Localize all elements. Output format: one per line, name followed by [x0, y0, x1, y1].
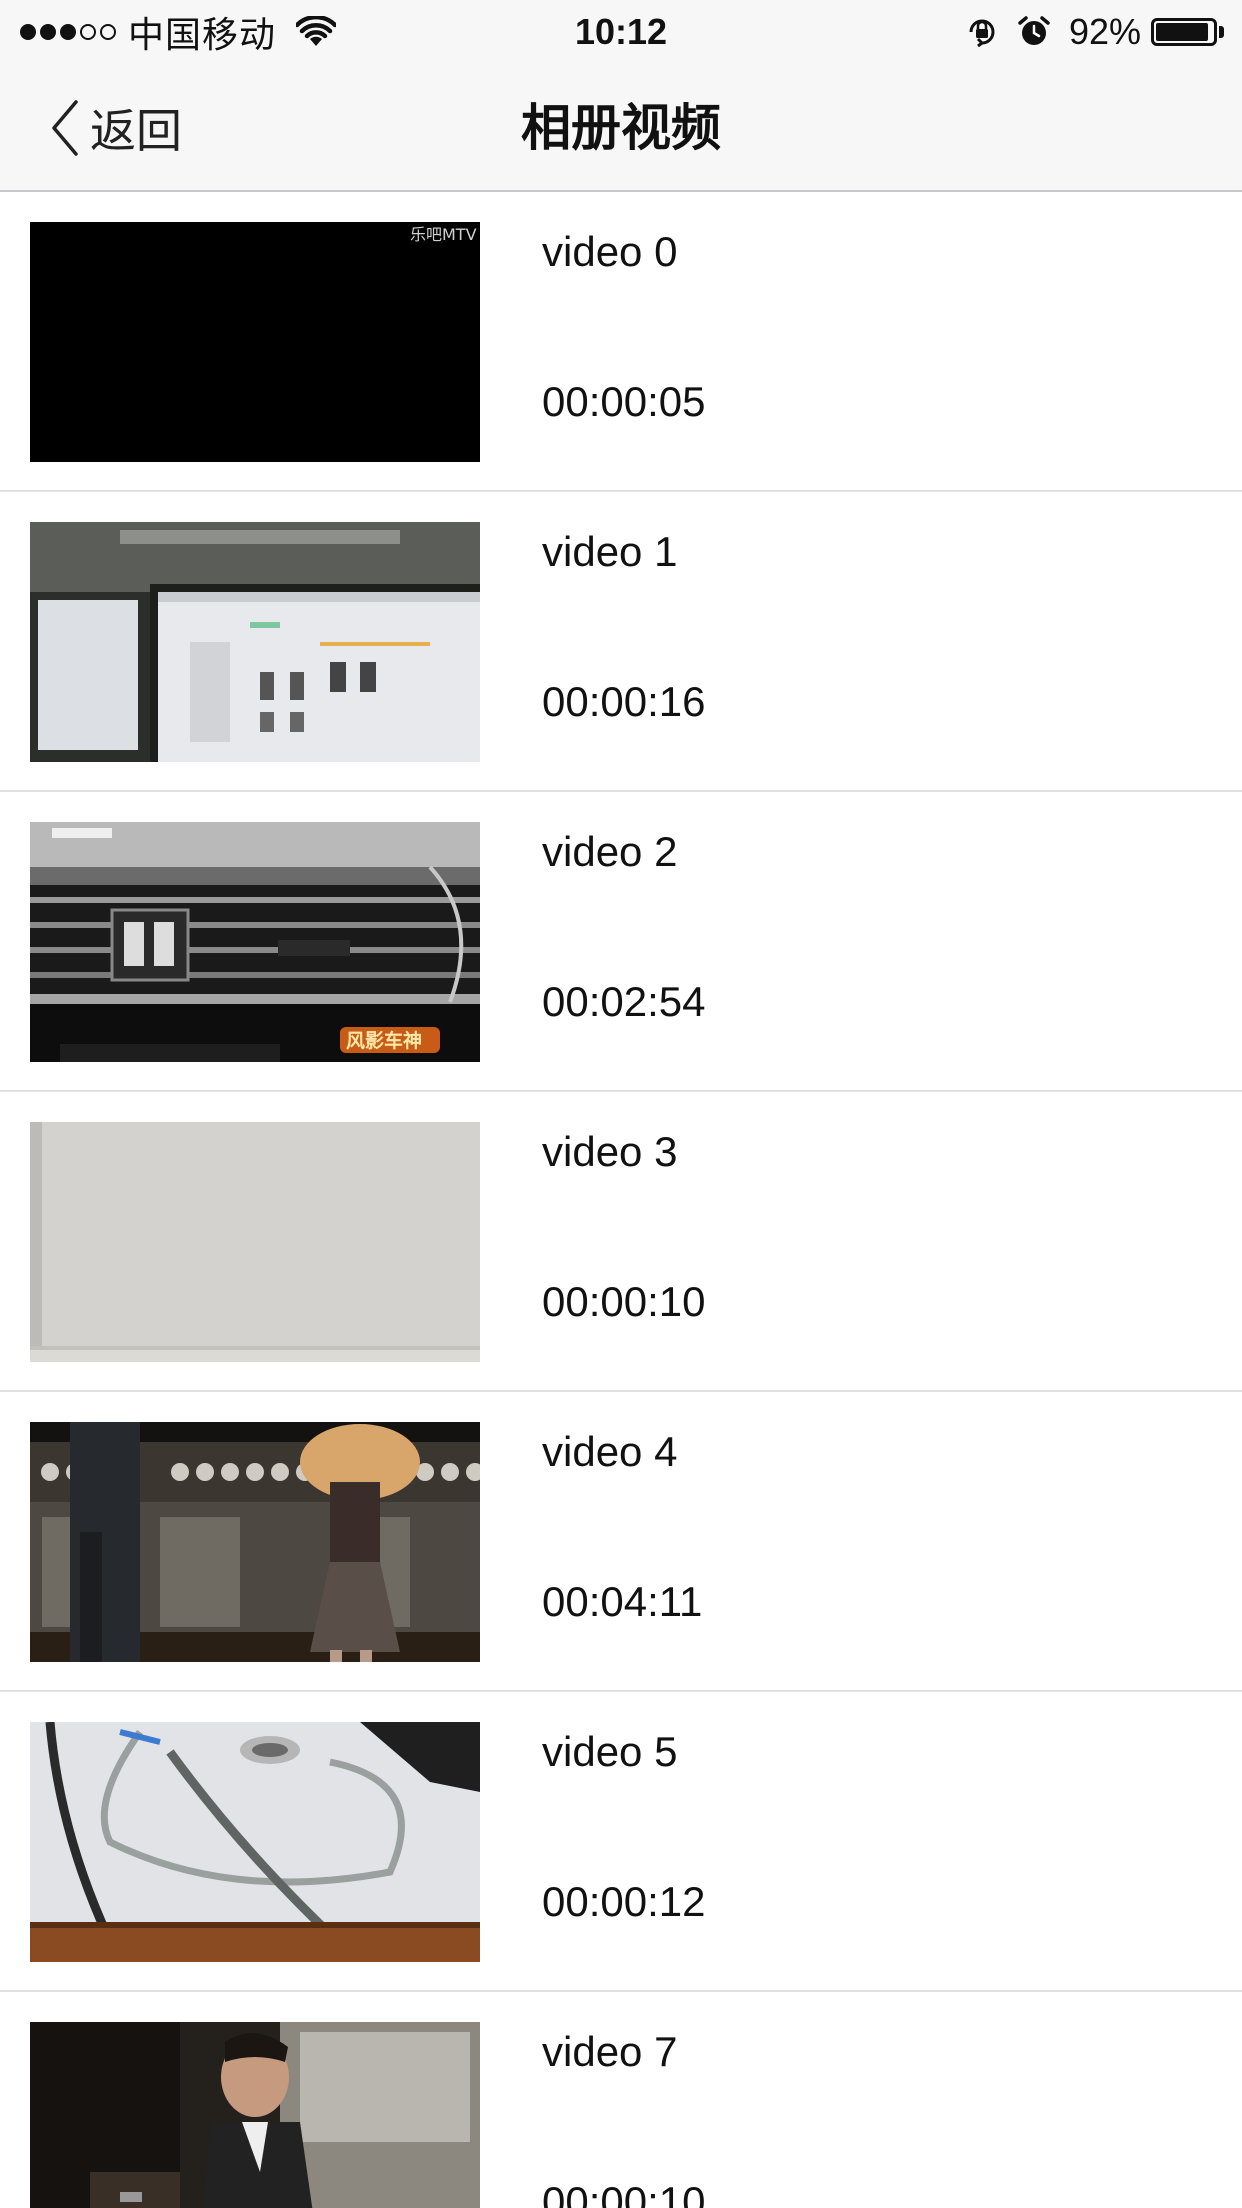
video-title: video 3	[542, 1128, 678, 1175]
back-button[interactable]: 返回	[50, 94, 182, 162]
video-list: 乐吧MTV video 0 00:00:05 video 1 00:00:16 …	[0, 192, 1242, 2208]
video-thumbnail: 风影车神	[30, 822, 480, 1062]
battery-cap	[1219, 26, 1224, 38]
video-title: video 1	[542, 528, 678, 575]
video-duration: 00:00:16	[542, 678, 706, 725]
video-row[interactable]: 风影车神 video 2 00:02:54	[0, 792, 1242, 1092]
chevron-left-icon	[52, 100, 78, 156]
orientation-lock-icon	[969, 19, 995, 48]
alarm-icon	[1018, 16, 1050, 45]
video-title: video 2	[542, 828, 678, 875]
video-title: video 4	[542, 1428, 678, 1475]
navigation-bar: 相册视频 返回	[0, 64, 1242, 192]
video-thumbnail	[30, 522, 480, 762]
video-row[interactable]: video 1 00:00:16	[0, 492, 1242, 792]
screen: 中国移动 10:12 92% 相册视频 返回 乐吧MTV video 0 00:…	[0, 0, 1242, 2208]
video-row[interactable]: video 5 00:00:12	[0, 1692, 1242, 1992]
battery-percent: 92%	[1068, 11, 1141, 52]
video-duration: 00:02:54	[542, 978, 706, 1025]
video-duration: 00:00:12	[542, 1878, 706, 1925]
video-thumbnail	[30, 1122, 480, 1362]
video-thumbnail: 乐吧MTV	[30, 222, 480, 462]
video-row[interactable]: video 3 00:00:10	[0, 1092, 1242, 1392]
video-duration: 00:04:11	[542, 1578, 703, 1625]
thumbnail-caption: 风影车神	[346, 1029, 422, 1052]
video-row[interactable]: video 4 00:04:11	[0, 1392, 1242, 1692]
video-thumbnail	[30, 2022, 480, 2208]
video-thumbnail	[30, 1722, 480, 1962]
battery-level	[1156, 23, 1208, 41]
video-duration: 00:00:10	[542, 1278, 706, 1325]
status-bar: 中国移动 10:12 92%	[0, 0, 1242, 64]
video-duration: 00:00:05	[542, 378, 706, 425]
video-row[interactable]: 乐吧MTV video 0 00:00:05	[0, 192, 1242, 492]
video-thumbnail	[30, 1422, 480, 1662]
video-title: video 7	[542, 2028, 678, 2075]
page-title: 相册视频	[521, 99, 721, 157]
video-row[interactable]: video 7 00:00:10	[0, 1992, 1242, 2208]
back-label: 返回	[90, 104, 182, 158]
video-duration: 00:00:10	[542, 2178, 706, 2208]
thumbnail-watermark: 乐吧MTV	[410, 225, 477, 244]
video-title: video 5	[542, 1728, 678, 1775]
video-title: video 0	[542, 228, 678, 275]
status-right: 92%	[965, 8, 1224, 56]
battery-icon	[1151, 18, 1217, 46]
